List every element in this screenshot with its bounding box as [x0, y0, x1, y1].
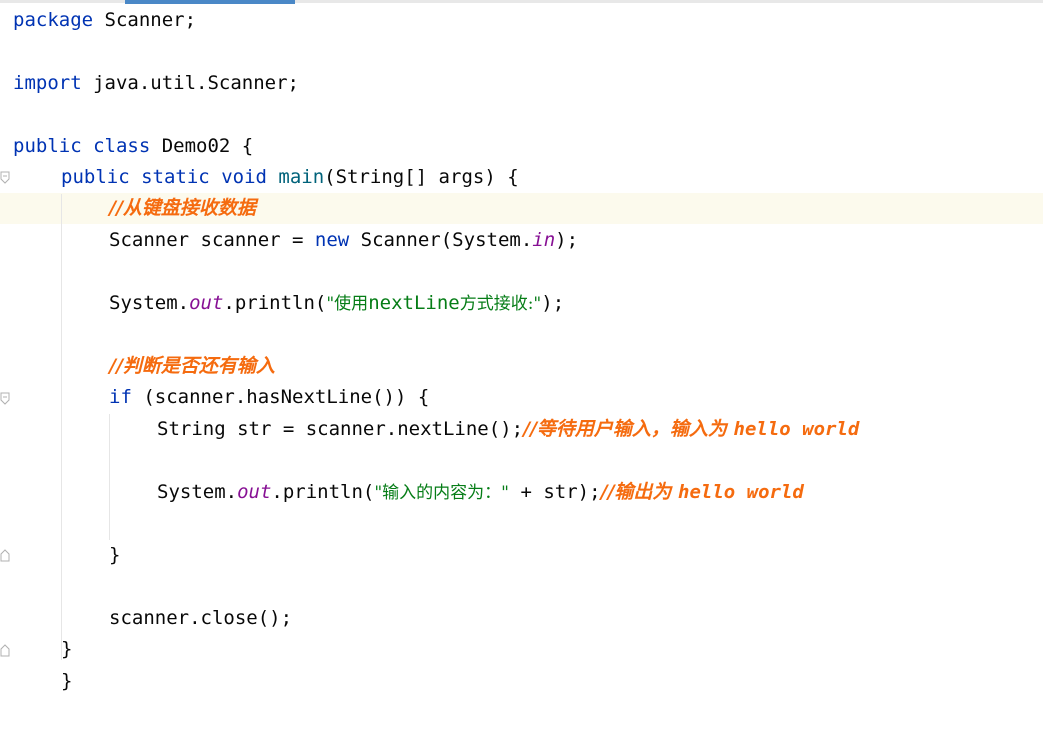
fold-icon[interactable]	[0, 171, 10, 185]
code-text: );	[541, 292, 565, 314]
code-text: }	[61, 638, 73, 660]
keyword: package	[13, 9, 94, 31]
code-text: System.	[157, 481, 238, 503]
fold-icon[interactable]	[0, 392, 10, 406]
code-text: Scanner;	[93, 9, 197, 31]
active-tab-indicator	[125, 0, 295, 4]
keyword: public	[61, 166, 130, 188]
code-line-println-2[interactable]: System.out.println("输入的内容为：" + str);//输出…	[157, 477, 804, 508]
code-line-class-close[interactable]: }	[61, 666, 72, 697]
code-line-main[interactable]: public static void main(String[] args) {	[61, 162, 519, 193]
code-line-scanner[interactable]: Scanner scanner = new Scanner(System.in)…	[109, 225, 578, 256]
comment-text: //从键盘接收数据	[109, 197, 256, 219]
code-text: (String[] args) {	[324, 166, 519, 188]
keyword: static	[141, 166, 210, 188]
code-line-string-str[interactable]: String str = scanner.nextLine();//等待用户输入…	[157, 414, 859, 445]
keyword: public	[13, 135, 82, 157]
code-text: Scanner scanner =	[109, 229, 315, 251]
code-line-if[interactable]: if (scanner.hasNextLine()) {	[109, 382, 429, 413]
code-line-main-close[interactable]: }	[61, 634, 72, 665]
code-text: (scanner.hasNextLine()) {	[131, 386, 430, 408]
static-field: out	[237, 481, 272, 503]
fold-end-icon[interactable]	[0, 548, 10, 562]
keyword: void	[221, 166, 267, 188]
keyword: class	[93, 135, 151, 157]
inline-comment: //等待用户输入，输入为	[523, 418, 734, 440]
code-text: }	[61, 670, 73, 692]
keyword: new	[314, 229, 350, 251]
code-text: + str);	[509, 481, 601, 503]
keyword: if	[109, 386, 132, 408]
string-literal: "输入的内容为："	[374, 483, 509, 503]
code-line-println-1[interactable]: System.out.println("使用nextLine方式接收:");	[109, 288, 564, 319]
comment-keyboard-input[interactable]: //从键盘接收数据	[109, 193, 256, 224]
inline-comment: hello world	[678, 481, 804, 503]
code-text: String str = scanner.nextLine();	[157, 418, 524, 440]
static-field: out	[189, 292, 224, 314]
inline-comment: //输出为	[600, 481, 679, 503]
code-text: );	[555, 229, 579, 251]
code-line-scanner-close[interactable]: scanner.close();	[109, 603, 292, 634]
code-text: .println(	[223, 292, 327, 314]
code-text: java.util.Scanner;	[81, 72, 299, 94]
code-text: .println(	[271, 481, 375, 503]
code-line-import[interactable]: import java.util.Scanner;	[13, 68, 299, 99]
code-editor[interactable]: package Scanner; import java.util.Scanne…	[0, 0, 1043, 741]
code-text: System.	[109, 292, 190, 314]
code-text: Scanner(System.	[349, 229, 533, 251]
method-name: main	[278, 166, 325, 188]
code-line-class[interactable]: public class Demo02 {	[13, 131, 253, 162]
keyword: import	[13, 72, 82, 94]
static-field: in	[532, 229, 556, 251]
comment-check-input[interactable]: //判断是否还有输入	[109, 351, 275, 382]
inline-comment: hello world	[733, 418, 860, 440]
comment-text: //判断是否还有输入	[109, 355, 275, 377]
indent-guide	[109, 414, 110, 540]
code-line-if-close[interactable]: }	[109, 540, 120, 571]
string-literal: "使用nextLine方式接收:"	[326, 292, 542, 314]
indent-guide	[61, 194, 62, 660]
code-text: Demo02 {	[150, 135, 254, 157]
fold-end-icon[interactable]	[0, 643, 10, 657]
code-text: scanner.close();	[109, 607, 293, 629]
code-line-package[interactable]: package Scanner;	[13, 5, 196, 36]
code-text: }	[109, 544, 121, 566]
